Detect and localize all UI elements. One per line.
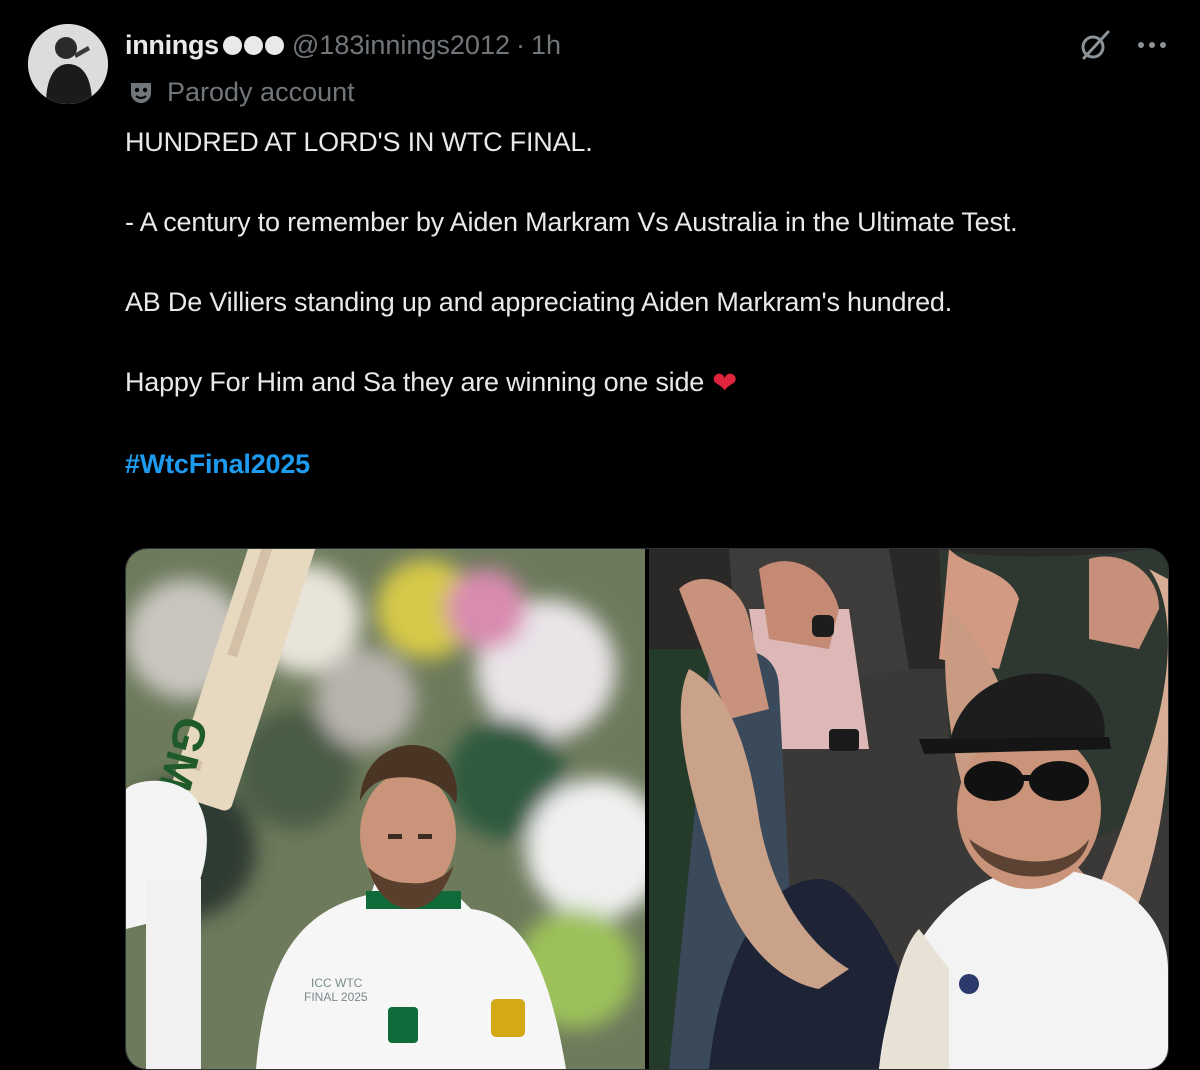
separator: · [515, 29, 525, 60]
tweet-line: Happy For Him and Sa they are winning on… [125, 367, 705, 397]
media-photo-batsman[interactable]: GM ICC WTC FINAL 2025 [126, 549, 645, 1069]
tweet-media[interactable]: GM ICC WTC FINAL 2025 [125, 548, 1169, 1070]
tweet-header: innings @183innings2012 · 1h [125, 27, 561, 63]
batsman-photo: GM ICC WTC FINAL 2025 [126, 549, 645, 1069]
svg-text:FINAL 2025: FINAL 2025 [304, 990, 368, 1004]
tweet-line: - A century to remember by Aiden Markram… [125, 207, 1018, 237]
svg-text:ICC WTC: ICC WTC [311, 976, 363, 990]
parody-label: Parody account [127, 74, 355, 110]
display-name[interactable]: innings [125, 30, 219, 61]
timestamp[interactable]: 1h [531, 30, 561, 61]
theater-mask-icon [131, 83, 151, 103]
tweet-line-with-emoji: Happy For Him and Sa they are winning on… [125, 362, 1145, 404]
tweet-line: HUNDRED AT LORD'S IN WTC FINAL. [125, 127, 593, 157]
avatar[interactable] [28, 24, 108, 104]
more-options-icon[interactable] [1138, 28, 1166, 62]
media-photo-crowd[interactable] [649, 549, 1168, 1069]
circle-dots-badge-icon [222, 35, 284, 55]
parody-label-text: Parody account [167, 76, 355, 107]
grok-icon[interactable] [1078, 28, 1112, 62]
hashtag-link[interactable]: #WtcFinal2025 [125, 449, 310, 479]
tweet-text: HUNDRED AT LORD'S IN WTC FINAL. - A cent… [125, 122, 1145, 484]
handle[interactable]: @183innings2012 [292, 30, 510, 61]
crowd-photo [649, 549, 1168, 1069]
avatar-photo [28, 24, 108, 104]
heart-emoji-icon: ❤ [712, 367, 738, 400]
tweet-actions [1078, 28, 1166, 62]
tweet-line: AB De Villiers standing up and appreciat… [125, 287, 953, 317]
